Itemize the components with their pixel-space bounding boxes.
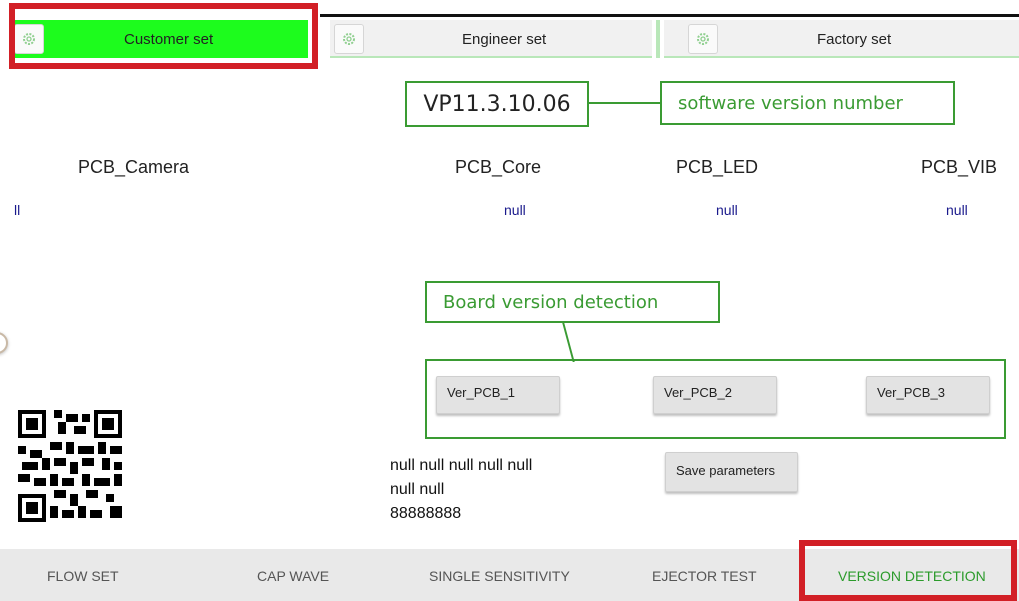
annotation-connector: [562, 322, 575, 362]
info-line-2: null null: [390, 481, 445, 498]
board-version-annotation: Board version detection: [425, 281, 720, 323]
highlight-box-customer: [9, 3, 318, 69]
board-version-annotation-text: Board version detection: [443, 291, 659, 313]
pcb-camera-label: PCB_Camera: [78, 157, 190, 177]
software-version-value: VP11.3.10.06: [405, 81, 589, 127]
nav-single-sensitivity[interactable]: SINGLE SENSITIVITY: [429, 549, 570, 601]
floating-handle[interactable]: [0, 332, 8, 354]
settings-icon: [334, 24, 364, 54]
software-version-annotation: software version number: [660, 81, 955, 125]
info-line-1: null null null null null: [390, 457, 533, 474]
top-divider: [320, 14, 1019, 17]
pcb-led-label: PCB_LED: [676, 157, 759, 177]
tab-engineer-label: Engineer set: [462, 31, 547, 48]
pcb-led-value: null: [716, 202, 738, 218]
tab-factory-label: Factory set: [817, 31, 892, 48]
ver-pcb-3-button[interactable]: Ver_PCB_3: [866, 376, 990, 414]
qr-code: [18, 410, 122, 522]
pcb-vib-value: null: [946, 202, 968, 218]
info-line-3: 88888888: [390, 505, 462, 522]
ver-pcb-2-button[interactable]: Ver_PCB_2: [653, 376, 777, 414]
pcb-core-label: PCB_Core: [455, 157, 542, 177]
nav-flow-set[interactable]: FLOW SET: [47, 549, 119, 601]
settings-icon: [688, 24, 718, 54]
ver-pcb-1-button[interactable]: Ver_PCB_1: [436, 376, 560, 414]
annotation-connector: [589, 102, 660, 104]
tab-factory-set[interactable]: Factory set: [664, 20, 1019, 58]
save-parameters-button[interactable]: Save parameters: [665, 452, 798, 492]
tab-engineer-set[interactable]: Engineer set: [330, 20, 652, 58]
nav-ejector-test[interactable]: EJECTOR TEST: [652, 549, 757, 601]
tab-separator: [656, 20, 660, 58]
pcb-camera-value: ll: [14, 202, 21, 218]
nav-cap-wave[interactable]: CAP WAVE: [257, 549, 329, 601]
pcb-core-value: null: [504, 202, 526, 218]
pcb-vib-label: PCB_VIB: [921, 157, 998, 177]
highlight-box-version-detection: [799, 540, 1017, 601]
software-version-annotation-text: software version number: [678, 92, 903, 114]
